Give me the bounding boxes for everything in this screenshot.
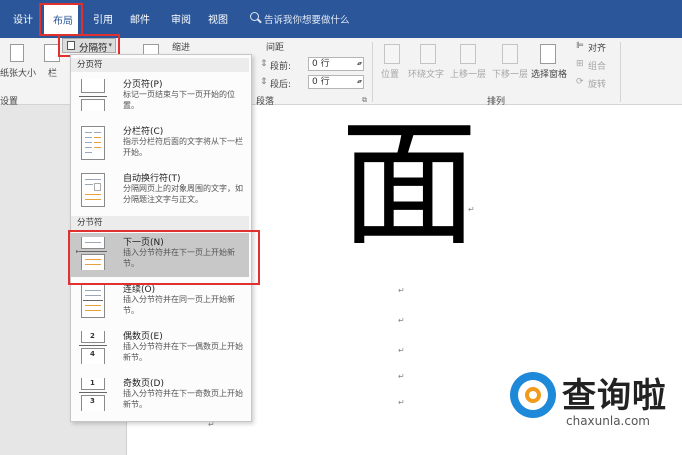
menu-item-text-wrapping-break[interactable]: 自动换行符(T) 分隔网页上的对象周围的文字，如分隔题注文字与正文。 xyxy=(71,169,249,213)
send-backward-button[interactable]: 下移一层 xyxy=(492,67,528,80)
menu-item-continuous[interactable]: 连续(O) 插入分节符并在同一页上开始新节。 xyxy=(71,280,249,324)
section-breaks-section-header: 分节符 xyxy=(71,216,249,230)
spacing-label: 间距 xyxy=(266,43,285,53)
menu-item-next-page[interactable]: ▸ 下一页(N) 插入分节符并在下一页上开始新节。 xyxy=(71,233,249,277)
menu-item-description: 指示分栏符后面的文字将从下一栏开始。 xyxy=(123,137,243,157)
indent-label: 缩进 xyxy=(172,43,191,53)
menu-item-description: 标记一页结束与下一页开始的位置。 xyxy=(123,90,235,110)
continuous-section-break-icon xyxy=(81,284,105,318)
page-breaks-section-header: 分页符 xyxy=(71,58,249,72)
bring-forward-button[interactable]: 上移一层 xyxy=(450,67,486,80)
wrap-text-button[interactable]: 环绕文字 xyxy=(408,67,444,80)
columns-button[interactable]: 栏 xyxy=(48,66,57,79)
search-icon[interactable] xyxy=(250,12,259,21)
text-wrapping-break-icon xyxy=(81,173,105,207)
paper-size-button[interactable]: 纸张大小 xyxy=(0,66,36,79)
tab-layout[interactable]: 布局 xyxy=(44,3,78,34)
tab-references[interactable]: 引用 xyxy=(93,11,113,26)
chevron-down-icon: ▾ xyxy=(108,41,112,49)
menu-item-page-break[interactable]: 分页符(P) 标记一页结束与下一页开始的位置。 xyxy=(71,75,249,119)
selection-pane-icon[interactable] xyxy=(540,44,556,64)
menu-item-odd-page[interactable]: 1 3 奇数页(D) 插入分节符并在下一奇数页上开始新节。 xyxy=(71,374,249,418)
breaks-icon xyxy=(67,41,75,50)
watermark-logo-icon xyxy=(510,372,556,418)
selection-pane-button[interactable]: 选择窗格 xyxy=(531,67,567,80)
spacing-before-input[interactable]: 0 行 xyxy=(308,57,364,71)
spin-arrow-icon[interactable]: ⇕ xyxy=(260,77,268,87)
breaks-button-label: 分隔符 xyxy=(79,43,108,54)
paragraph-mark: ↵ xyxy=(398,316,405,325)
align-icon[interactable]: ⊫ xyxy=(576,41,584,51)
paragraph-mark: ↵ xyxy=(468,205,475,214)
next-page-section-break-icon xyxy=(79,237,107,270)
breaks-dropdown-button[interactable]: 分隔符 ▾ xyxy=(62,38,116,54)
odd-page-section-break-icon: 1 3 xyxy=(79,378,107,411)
menu-item-description: 插入分节符并在下一偶数页上开始新节。 xyxy=(123,342,243,362)
paragraph-mark: ↵ xyxy=(398,372,405,381)
group-separator xyxy=(620,42,621,102)
page-break-icon xyxy=(79,79,107,111)
even-page-section-break-icon: 2 4 xyxy=(79,331,107,364)
rotate-button[interactable]: 旋转 xyxy=(588,77,606,90)
menu-item-description: 插入分节符并在下一页上开始新节。 xyxy=(123,248,235,268)
send-backward-icon[interactable] xyxy=(502,44,518,64)
position-button[interactable]: 位置 xyxy=(381,67,399,80)
align-button[interactable]: 对齐 xyxy=(588,41,606,54)
column-break-icon xyxy=(81,126,105,160)
paragraph-mark: ↵ xyxy=(398,346,405,355)
tab-review[interactable]: 审阅 xyxy=(171,11,191,26)
menu-item-description: 插入分节符并在同一页上开始新节。 xyxy=(123,295,235,315)
menu-item-description: 分隔网页上的对象周围的文字，如分隔题注文字与正文。 xyxy=(123,184,243,204)
menu-item-column-break[interactable]: 分栏符(C) 指示分栏符后面的文字将从下一栏开始。 xyxy=(71,122,249,166)
tell-me-search-input[interactable]: 告诉我你想要做什么 xyxy=(264,12,350,26)
wrap-text-icon[interactable] xyxy=(420,44,436,64)
bring-forward-icon[interactable] xyxy=(460,44,476,64)
paragraph-mark: ↵ xyxy=(398,286,405,295)
tab-layout-label: 布局 xyxy=(53,16,73,27)
tab-mailings[interactable]: 邮件 xyxy=(130,11,150,26)
rotate-icon[interactable]: ⟳ xyxy=(576,77,584,87)
watermark-name: 查询啦 xyxy=(562,376,667,416)
group-separator xyxy=(372,42,373,102)
spacing-before-label: 段前: xyxy=(270,62,292,72)
watermark-url: chaxunla.com xyxy=(566,414,650,428)
document-heading-character[interactable]: 面 xyxy=(334,105,484,265)
position-icon[interactable] xyxy=(384,44,400,64)
margins-icon[interactable] xyxy=(10,44,24,62)
spacing-after-input[interactable]: 0 行 xyxy=(308,75,364,89)
spacing-after-label: 段后: xyxy=(270,80,292,90)
spin-arrow-icon[interactable]: ⇕ xyxy=(260,59,268,69)
menu-item-even-page[interactable]: 2 4 偶数页(E) 插入分节符并在下一偶数页上开始新节。 xyxy=(71,327,249,371)
menu-item-description: 插入分节符并在下一奇数页上开始新节。 xyxy=(123,389,243,409)
group-icon[interactable]: ⊞ xyxy=(576,59,584,69)
ribbon-tab-bar: 设计 布局 引用 邮件 审阅 视图 告诉我你想要做什么 xyxy=(0,0,682,38)
breaks-dropdown-menu: 分页符 分页符(P) 标记一页结束与下一页开始的位置。 分栏符(C) 指示分栏符… xyxy=(70,54,252,422)
tab-design[interactable]: 设计 xyxy=(13,11,33,26)
paragraph-mark: ↵ xyxy=(398,398,405,407)
group-button[interactable]: 组合 xyxy=(588,59,606,72)
tab-view[interactable]: 视图 xyxy=(208,11,228,26)
columns-icon[interactable] xyxy=(44,44,60,62)
